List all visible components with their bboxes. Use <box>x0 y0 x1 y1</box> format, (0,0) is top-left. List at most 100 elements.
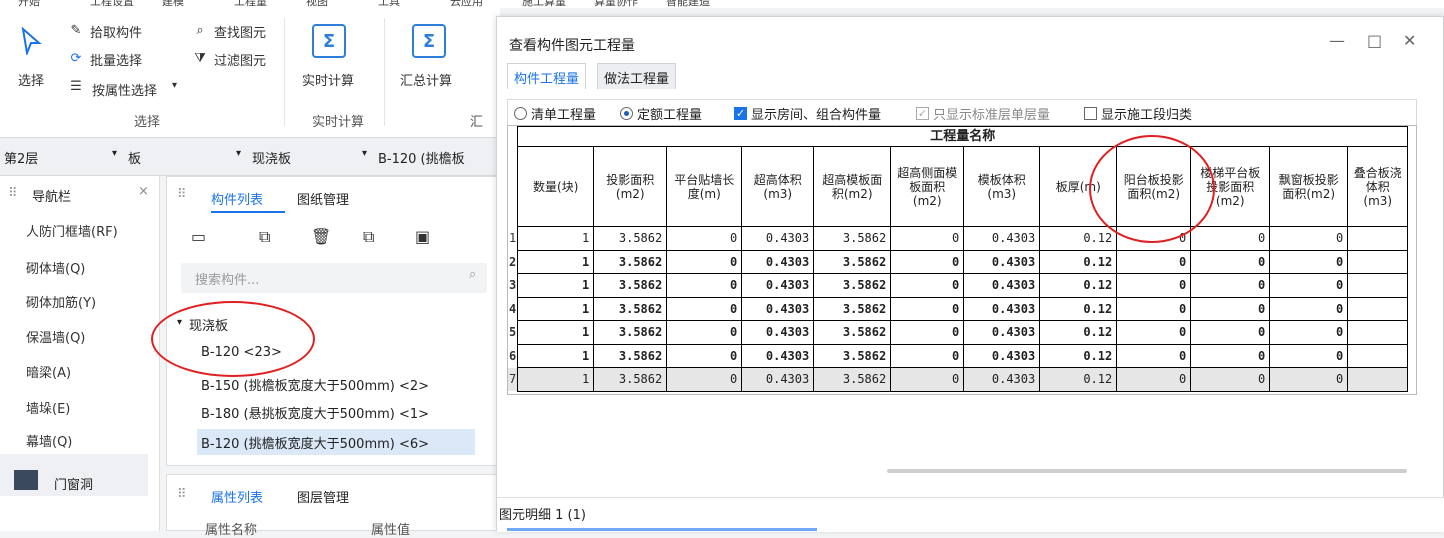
menu-item[interactable]: 开始 <box>18 0 40 8</box>
table-cell[interactable]: 0 <box>890 343 965 368</box>
select-arrow-icon[interactable] <box>18 26 44 56</box>
table-cell[interactable]: 0 <box>666 367 743 392</box>
tab-method-quantity[interactable]: 做法工程量 <box>597 63 677 89</box>
table-cell[interactable]: 0 <box>890 320 965 345</box>
table-cell[interactable]: 0.4303 <box>963 226 1041 251</box>
table-cell[interactable]: 0 <box>1269 226 1349 251</box>
column-header[interactable]: 模板体积(m3) <box>963 146 1041 227</box>
radio-bill[interactable]: 清单工程量 <box>514 104 596 123</box>
table-cell[interactable] <box>1347 320 1409 345</box>
table-row[interactable]: 4 1 3.5862 0 0.4303 3.5862 0 0.4303 0.12 0 0 0 <box>508 296 1409 321</box>
table-cell[interactable]: 1 <box>517 343 595 368</box>
nav-item[interactable]: 墙垛(E) <box>26 398 70 417</box>
column-header[interactable]: 数量(块) <box>517 146 595 227</box>
menu-item[interactable]: 工程量 <box>234 0 267 8</box>
table-cell[interactable]: 0.4303 <box>963 367 1041 392</box>
tab-layer-manage[interactable]: 图层管理 <box>297 487 349 506</box>
summary-calc-button[interactable]: 汇总计算 <box>400 70 452 89</box>
chevron-down-icon[interactable]: ▾ <box>172 80 177 91</box>
chevron-down-icon[interactable]: ▾ <box>112 148 117 159</box>
table-cell[interactable]: 0 <box>1116 367 1192 392</box>
table-cell[interactable]: 0 <box>890 296 965 321</box>
nav-item[interactable]: 暗梁(A) <box>26 362 71 381</box>
table-cell[interactable]: 0 <box>666 320 743 345</box>
table-cell[interactable]: 3.5862 <box>593 367 668 392</box>
table-cell[interactable]: 1 <box>517 273 595 298</box>
table-cell[interactable]: 3.5862 <box>813 296 892 321</box>
table-cell[interactable]: 0 <box>1190 320 1271 345</box>
table-cell[interactable]: 0.4303 <box>963 343 1041 368</box>
table-cell[interactable]: 0 <box>666 226 743 251</box>
type-select[interactable]: 板 <box>128 148 141 167</box>
close-icon[interactable]: ✕ <box>1403 31 1416 50</box>
table-cell[interactable]: 0 <box>1190 249 1271 274</box>
table-cell[interactable]: 1 <box>517 320 595 345</box>
delete-icon[interactable]: 🗑 <box>311 227 331 246</box>
table-cell[interactable]: 1 <box>517 367 595 392</box>
tab-component-quantity[interactable]: 构件工程量 <box>507 63 587 89</box>
floor-select[interactable]: 第2层 <box>4 148 38 167</box>
save-icon[interactable]: ▣ <box>415 227 430 246</box>
table-cell[interactable]: 0 <box>1116 343 1192 368</box>
minimize-icon[interactable]: — <box>1329 31 1345 50</box>
nav-item[interactable]: 砌体墙(Q) <box>26 258 85 277</box>
table-cell[interactable]: 0 <box>1269 343 1349 368</box>
table-cell[interactable] <box>1347 249 1409 274</box>
search-input[interactable]: 搜索构件... <box>195 269 259 288</box>
column-header[interactable]: 超高体积(m3) <box>741 146 815 227</box>
table-cell[interactable]: 3.5862 <box>813 367 892 392</box>
realtime-calc-icon[interactable]: Σ <box>312 24 346 58</box>
table-cell[interactable]: 0.12 <box>1039 343 1118 368</box>
table-cell[interactable] <box>1347 296 1409 321</box>
tab-component-list[interactable]: 构件列表 <box>211 189 263 208</box>
summary-calc-icon[interactable]: Σ <box>412 24 446 58</box>
column-header[interactable]: 投影面积(m2) <box>593 146 668 227</box>
list-item[interactable]: B-180 (悬挑板宽度大于500mm) <1> <box>201 403 429 422</box>
nav-item[interactable]: 砌体加筋(Y) <box>26 292 96 311</box>
table-cell[interactable]: 0 <box>1190 367 1271 392</box>
subtype-select[interactable]: 现浇板 <box>252 148 291 167</box>
table-cell[interactable]: 0 <box>890 273 965 298</box>
menu-item[interactable]: 云应用 <box>450 0 483 8</box>
menu-item[interactable]: 算量协作 <box>594 0 638 8</box>
table-cell[interactable]: 3.5862 <box>813 226 892 251</box>
table-cell[interactable]: 0 <box>1269 296 1349 321</box>
menu-item[interactable]: 施工算量 <box>522 0 566 8</box>
table-cell[interactable]: 0.4303 <box>741 343 815 368</box>
new-icon[interactable]: ▭ <box>191 227 206 246</box>
table-cell[interactable]: 0 <box>666 296 743 321</box>
checkbox-standard-floor[interactable]: ✓ 只显示标准层单层量 <box>916 104 1050 123</box>
select-by-attr-button[interactable]: 按属性选择 <box>92 80 157 99</box>
table-cell[interactable]: 0.4303 <box>963 249 1041 274</box>
nav-section-doors[interactable]: 门窗洞 <box>54 474 93 493</box>
table-cell[interactable]: 0 <box>1116 320 1192 345</box>
table-cell[interactable] <box>1347 367 1409 392</box>
table-cell[interactable]: 0 <box>666 249 743 274</box>
column-header[interactable]: 叠合板浇体积(m3) <box>1347 146 1409 227</box>
table-row[interactable]: 1 1 3.5862 0 0.4303 3.5862 0 0.4303 0.12 0 0 0 <box>508 226 1409 251</box>
table-cell[interactable]: 0 <box>1269 249 1349 274</box>
menu-item[interactable]: 视图 <box>306 0 328 8</box>
menu-item[interactable]: 建模 <box>162 0 184 8</box>
column-header[interactable]: 超高侧面模板面积(m2) <box>890 146 965 227</box>
table-cell[interactable]: 0 <box>666 343 743 368</box>
chevron-down-icon[interactable]: ▾ <box>236 148 241 159</box>
column-header[interactable]: 平台贴墙长度(m) <box>666 146 743 227</box>
table-cell[interactable]: 0 <box>666 273 743 298</box>
table-cell[interactable]: 0.4303 <box>741 296 815 321</box>
table-row[interactable]: 2 1 3.5862 0 0.4303 3.5862 0 0.4303 0.12 0 0 0 <box>508 249 1409 274</box>
table-cell[interactable]: 0.4303 <box>741 320 815 345</box>
table-cell[interactable]: 3.5862 <box>593 273 668 298</box>
table-cell[interactable]: 0.12 <box>1039 226 1118 251</box>
table-row[interactable]: 3 1 3.5862 0 0.4303 3.5862 0 0.4303 0.12 0 0 0 <box>508 273 1409 298</box>
drag-handle-icon[interactable]: ⠿ <box>177 487 187 502</box>
table-cell[interactable]: 0 <box>890 249 965 274</box>
table-cell[interactable]: 3.5862 <box>593 226 668 251</box>
table-cell[interactable]: 0 <box>1190 343 1271 368</box>
table-cell[interactable] <box>1347 343 1409 368</box>
filter-element-button[interactable]: 过滤图元 <box>214 50 266 69</box>
table-cell[interactable]: 1 <box>517 249 595 274</box>
list-item-selected[interactable]: B-120 (挑檐板宽度大于500mm) <6> <box>201 433 429 452</box>
chevron-down-icon[interactable]: ▾ <box>362 148 367 159</box>
table-cell[interactable]: 0.12 <box>1039 249 1118 274</box>
